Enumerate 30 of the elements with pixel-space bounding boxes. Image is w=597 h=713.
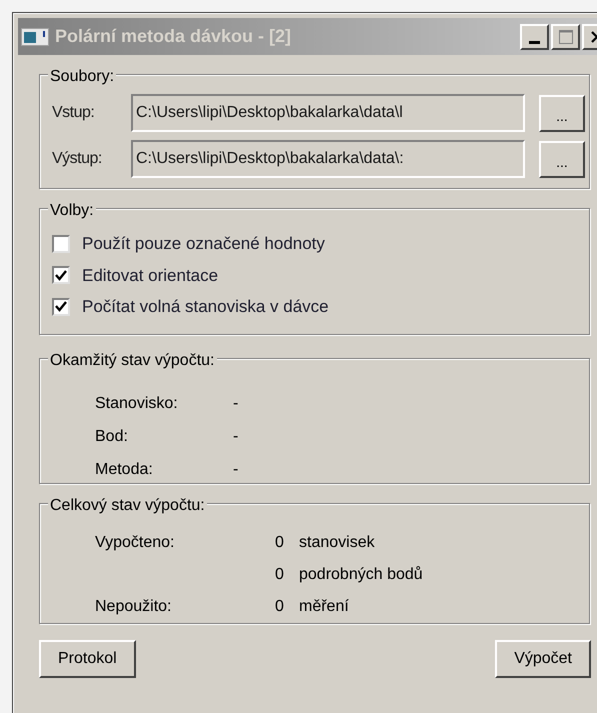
field-label: Výstup: — [52, 149, 103, 169]
action-button[interactable]: Výpočet — [495, 640, 591, 678]
checkbox-label: Použít pouze označené hodnoty — [82, 233, 325, 255]
action-button[interactable]: Protokol — [39, 640, 136, 678]
checkbox-label: Editovat orientace — [82, 264, 218, 286]
path-field[interactable]: C:\Users\lipi\Desktop\bakalarka\data\: — [131, 140, 525, 178]
status-value: - — [233, 394, 238, 414]
group-title: Okamžitý stav výpočtu: — [48, 352, 216, 369]
group-title: Volby: — [48, 202, 96, 219]
status-count: 0 — [275, 565, 285, 585]
status-count: 0 — [275, 533, 285, 553]
status-label: Metoda: — [95, 460, 154, 480]
group-title: Soubory: — [48, 68, 116, 85]
browse-button[interactable]: ... — [539, 140, 585, 178]
status-unit: podrobných bodů — [299, 565, 423, 585]
status-label: Vypočteno: — [95, 534, 174, 551]
path-field[interactable]: C:\Users\lipi\Desktop\bakalarka\data\l — [131, 94, 525, 132]
status-label: Nepoužito: — [95, 598, 172, 615]
status-value: - — [233, 427, 238, 447]
window-title: Polární metoda dávkou - [2] — [55, 25, 292, 48]
group-title: Celkový stav výpočtu: — [48, 497, 207, 514]
status-unit: měření — [299, 597, 349, 617]
browse-button[interactable]: ... — [539, 94, 585, 132]
status-label: Bod: — [95, 427, 129, 447]
status-count: 0 — [275, 597, 285, 617]
checkbox-label: Počítat volná stanoviska v dávce — [82, 296, 329, 318]
status-unit: stanovisek — [299, 533, 375, 553]
field-label: Vstup: — [52, 103, 96, 123]
status-label: Stanovisko: — [95, 394, 179, 414]
status-value: - — [233, 460, 238, 480]
